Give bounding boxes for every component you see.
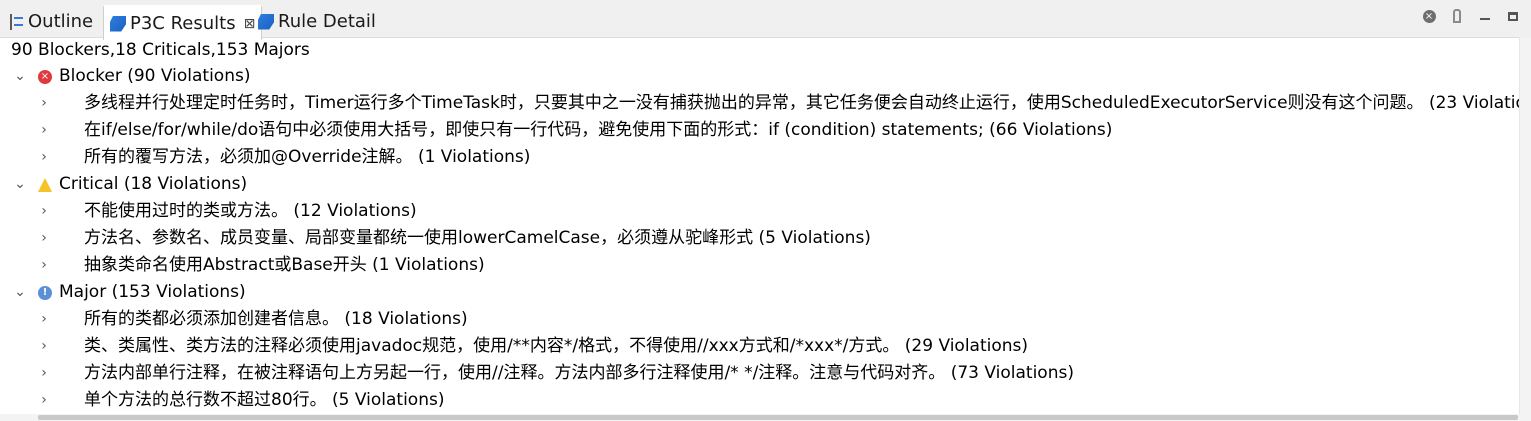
category-label: Blocker (90 Violations) [59, 66, 251, 86]
chevron-right-icon[interactable]: › [38, 387, 50, 413]
maximize-icon [1508, 11, 1518, 21]
close-icon[interactable]: ⊠ [244, 16, 256, 32]
tree-item[interactable]: › 不能使用过时的类或方法。 (12 Violations) [0, 198, 1520, 225]
horizontal-scrollbar[interactable] [0, 414, 1520, 421]
view-toolbar: × [1421, 8, 1521, 24]
rule-label: 方法名、参数名、成员变量、局部变量都统一使用lowerCamelCase，必须遵… [84, 228, 871, 248]
rule-label: 不能使用过时的类或方法。 (12 Violations) [84, 201, 417, 221]
view-tab-bar: Outline P3C Results ⊠ Rule Detail × [0, 0, 1531, 40]
results-summary: 90 Blockers,18 Criticals,153 Majors [11, 40, 310, 60]
tree-item[interactable]: › 在if/else/for/while/do语句中必须使用大括号，即使只有一行… [0, 117, 1520, 144]
rule-label: 抽象类命名使用Abstract或Base开头 (1 Violations) [84, 255, 485, 275]
tab-outline[interactable]: Outline [10, 6, 93, 37]
outline-icon [10, 13, 24, 30]
chevron-down-icon[interactable]: ⌄ [14, 171, 26, 198]
rule-label: 方法内部单行注释，在被注释语句上方另起一行，使用//注释。方法内部多行注释使用/… [84, 363, 1074, 383]
tab-p3c-results[interactable]: P3C Results ⊠ [103, 5, 263, 40]
tree-item[interactable]: › 方法名、参数名、成员变量、局部变量都统一使用lowerCamelCase，必… [0, 225, 1520, 252]
tab-rule-detail[interactable]: Rule Detail [258, 6, 376, 37]
minimize-button[interactable] [1477, 8, 1493, 24]
clear-results-button[interactable]: × [1421, 8, 1437, 24]
tree-item[interactable]: › 方法内部单行注释，在被注释语句上方另起一行，使用//注释。方法内部多行注释使… [0, 360, 1520, 387]
tree-item[interactable]: › 所有的类都必须添加创建者信息。 (18 Violations) [0, 306, 1520, 333]
chevron-right-icon[interactable]: › [38, 198, 50, 225]
chevron-right-icon[interactable]: › [38, 225, 50, 252]
chevron-right-icon[interactable]: › [38, 90, 50, 117]
maximize-button[interactable] [1505, 8, 1521, 24]
chevron-right-icon[interactable]: › [38, 333, 50, 360]
rule-label: 所有的覆写方法，必须加@Override注解。 (1 Violations) [84, 147, 531, 167]
p3c-icon [258, 13, 274, 30]
violations-tree: ⌄ × Blocker (90 Violations) › 多线程并行处理定时任… [0, 63, 1520, 413]
clear-icon: × [1422, 9, 1436, 23]
minimize-icon [1480, 18, 1490, 20]
tab-p3c-results-label: P3C Results [130, 13, 236, 34]
rule-label: 所有的类都必须添加创建者信息。 (18 Violations) [84, 309, 468, 329]
tree-item[interactable]: › 多线程并行处理定时任务时，Timer运行多个TimeTask时，只要其中之一… [0, 90, 1520, 117]
rule-label: 在if/else/for/while/do语句中必须使用大括号，即使只有一行代码… [84, 120, 1113, 140]
chevron-right-icon[interactable]: › [38, 360, 50, 387]
tree-item[interactable]: › 类、类属性、类方法的注释必须使用javadoc规范，使用/**内容*/格式，… [0, 333, 1520, 360]
category-label: Critical (18 Violations) [59, 174, 248, 194]
pin-button[interactable] [1449, 8, 1465, 24]
rule-label: 单个方法的总行数不超过80行。 (5 Violations) [84, 390, 445, 410]
chevron-down-icon[interactable]: ⌄ [14, 279, 26, 306]
vertical-scrollbar[interactable] [1519, 37, 1531, 421]
chevron-down-icon[interactable]: ⌄ [14, 63, 26, 90]
error-icon: × [38, 70, 52, 84]
rule-label: 多线程并行处理定时任务时，Timer运行多个TimeTask时，只要其中之一没有… [84, 93, 1520, 113]
horizontal-scrollbar-thumb[interactable] [38, 415, 1518, 420]
tab-rule-detail-label: Rule Detail [278, 11, 376, 32]
warning-icon [38, 178, 52, 192]
p3c-icon [110, 15, 126, 32]
tree-item[interactable]: › 所有的覆写方法，必须加@Override注解。 (1 Violations) [0, 144, 1520, 171]
tree-category-critical[interactable]: ⌄ Critical (18 Violations) [0, 171, 1520, 198]
tree-category-major[interactable]: ⌄ ! Major (153 Violations) [0, 279, 1520, 306]
chevron-right-icon[interactable]: › [38, 117, 50, 144]
chevron-right-icon[interactable]: › [38, 306, 50, 333]
tree-item[interactable]: › 单个方法的总行数不超过80行。 (5 Violations) [0, 387, 1520, 413]
pin-icon [1453, 9, 1461, 23]
tree-item[interactable]: › 抽象类命名使用Abstract或Base开头 (1 Violations) [0, 252, 1520, 279]
info-icon: ! [38, 286, 52, 300]
chevron-right-icon[interactable]: › [38, 252, 50, 279]
chevron-right-icon[interactable]: › [38, 144, 50, 171]
tab-outline-label: Outline [28, 11, 94, 32]
category-label: Major (153 Violations) [59, 282, 246, 302]
rule-label: 类、类属性、类方法的注释必须使用javadoc规范，使用/**内容*/格式，不得… [84, 336, 1029, 356]
tree-category-blocker[interactable]: ⌄ × Blocker (90 Violations) [0, 63, 1520, 90]
